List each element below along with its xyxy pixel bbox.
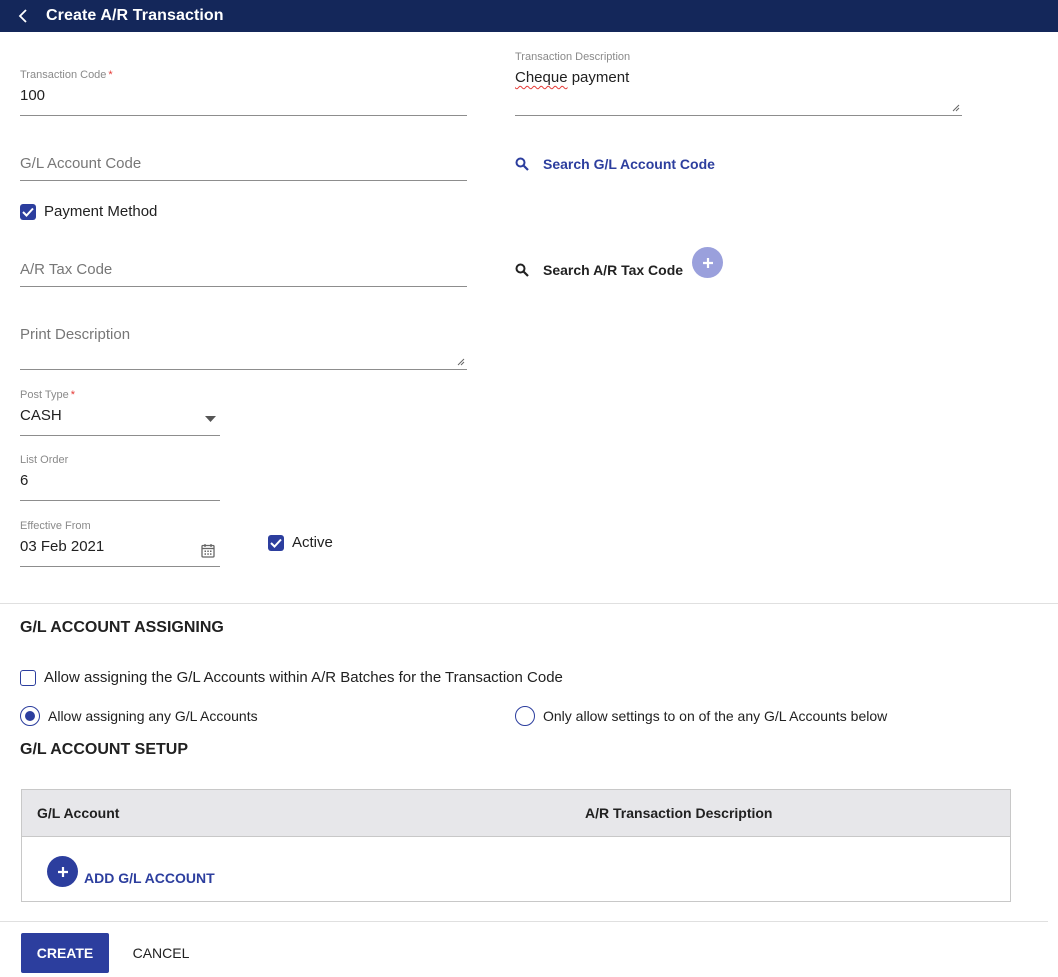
ar-tax-code-input[interactable]: A/R Tax Code [20,261,467,287]
transaction-code-field[interactable]: Transaction Code * 100 [20,69,467,116]
checkbox-checked-icon [20,203,36,220]
gl-account-table: G/L Account A/R Transaction Description … [21,789,1011,902]
search-ar-tax-link[interactable]: Search A/R Tax Code [515,262,683,278]
field-underline [20,435,220,436]
transaction-code-value: 100 [20,87,46,104]
field-underline [20,500,220,501]
add-tax-code-button[interactable] [692,247,723,278]
transaction-description-label: Transaction Description [515,51,631,63]
field-underline [20,115,467,116]
list-order-label: List Order [20,454,69,466]
gl-account-setup-title: G/L ACCOUNT SETUP [20,741,189,758]
column-header-gl-account: G/L Account [37,805,120,821]
field-underline [20,180,467,181]
footer-divider [0,921,1048,922]
payment-method-checkbox[interactable]: Payment Method [20,203,157,220]
field-underline [20,566,220,567]
effective-from-value: 03 Feb 2021 [20,538,105,555]
post-type-select[interactable]: Post Type * CASH [20,389,220,436]
radio-allow-any-label: Allow assigning any G/L Accounts [48,708,258,724]
ar-tax-code-placeholder: A/R Tax Code [20,261,113,278]
post-type-value: CASH [20,407,62,424]
search-ar-tax-label: Search A/R Tax Code [543,262,684,278]
cancel-button[interactable]: CANCEL [121,933,201,973]
allow-in-batches-checkbox[interactable]: Allow assigning the G/L Accounts within … [20,669,563,686]
allow-in-batches-label: Allow assigning the G/L Accounts within … [44,669,563,686]
app-header: Create A/R Transaction [0,0,1058,32]
gl-account-assigning-title: G/L ACCOUNT ASSIGNING [20,619,224,636]
list-order-value: 6 [20,472,29,489]
payment-method-label: Payment Method [44,203,158,220]
table-header: G/L Account A/R Transaction Description [22,790,1010,837]
checkbox-unchecked-icon [20,669,36,686]
resize-handle-icon[interactable] [952,104,960,112]
chevron-left-icon[interactable] [18,9,32,23]
transaction-description-field[interactable]: Transaction Description Cheque payment [515,51,962,116]
checkbox-checked-icon [268,534,284,551]
add-gl-account-button[interactable]: ADD G/L ACCOUNT [47,856,215,887]
plus-icon [702,257,713,268]
print-description-placeholder: Print Description [20,326,131,343]
caret-down-icon [205,416,216,422]
transaction-description-value: Cheque payment [515,69,630,86]
column-header-ar-description: A/R Transaction Description [585,805,773,821]
search-gl-account-label: Search G/L Account Code [543,156,715,172]
calendar-icon[interactable] [201,543,215,558]
create-button[interactable]: CREATE [21,933,109,973]
search-gl-account-link[interactable]: Search G/L Account Code [515,156,715,172]
resize-handle-icon[interactable] [457,358,465,366]
radio-unselected-icon [515,706,535,726]
active-label: Active [292,534,333,551]
required-mark: * [108,69,113,81]
radio-only-allow-label: Only allow settings to on of the any G/L… [543,708,888,724]
list-order-field[interactable]: List Order 6 [20,454,220,501]
post-type-label: Post Type * [20,389,75,401]
active-checkbox[interactable]: Active [268,534,333,551]
section-divider [0,603,1058,604]
plus-circle-icon [47,856,78,887]
gl-account-code-input[interactable]: G/L Account Code [20,155,467,181]
field-underline [20,286,467,287]
required-mark: * [70,389,75,401]
effective-from-field[interactable]: Effective From 03 Feb 2021 [20,520,220,567]
radio-only-allow[interactable]: Only allow settings to on of the any G/L… [515,706,887,726]
radio-allow-any[interactable]: Allow assigning any G/L Accounts [20,706,258,726]
effective-from-label: Effective From [20,520,91,532]
gl-account-code-placeholder: G/L Account Code [20,155,142,172]
field-underline [20,369,467,370]
transaction-code-label: Transaction Code * [20,69,113,81]
page-title: Create A/R Transaction [46,7,224,24]
add-gl-account-label: ADD G/L ACCOUNT [84,869,215,886]
search-icon [515,263,529,277]
search-icon [515,157,529,171]
radio-selected-icon [20,706,40,726]
print-description-input[interactable]: Print Description [20,326,467,370]
field-underline [515,115,962,116]
